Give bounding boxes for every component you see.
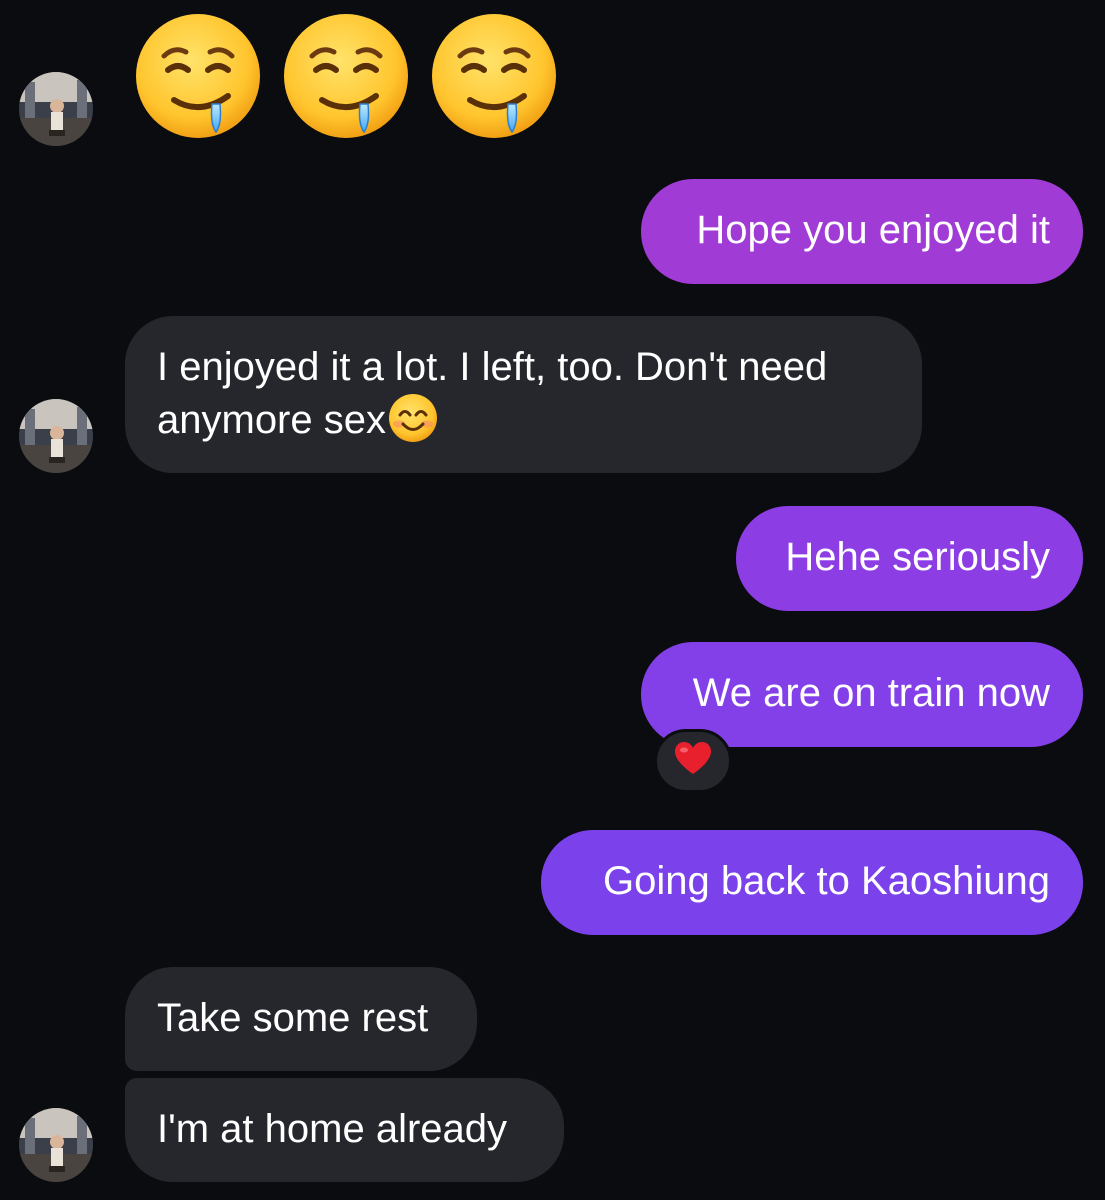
message-text: Hope you enjoyed it bbox=[696, 208, 1050, 252]
message-text-line-2-text: anymore sex bbox=[157, 398, 386, 442]
drooling-face-icon bbox=[282, 12, 410, 140]
message-text: We are on train now bbox=[692, 671, 1050, 715]
smiling-face-icon bbox=[388, 393, 438, 443]
message-reaction[interactable] bbox=[654, 729, 732, 793]
contact-avatar[interactable] bbox=[19, 1108, 93, 1182]
message-text: Hehe seriously bbox=[785, 535, 1050, 579]
incoming-message-bubble[interactable]: I'm at home already bbox=[125, 1078, 564, 1182]
incoming-message-bubble[interactable]: I enjoyed it a lot. I left, too. Don't n… bbox=[125, 316, 922, 473]
message-text: I'm at home already bbox=[157, 1107, 508, 1151]
drooling-face-icon bbox=[134, 12, 262, 140]
outgoing-message-bubble[interactable]: Going back to Kaoshiung bbox=[541, 830, 1083, 935]
contact-avatar[interactable] bbox=[19, 399, 93, 473]
outgoing-message-bubble[interactable]: Hehe seriously bbox=[736, 506, 1083, 611]
message-text: Take some rest bbox=[157, 996, 429, 1040]
red-heart-icon bbox=[675, 741, 711, 781]
incoming-message-bubble[interactable]: Take some rest bbox=[125, 967, 477, 1071]
drooling-face-icon bbox=[430, 12, 558, 140]
message-thread: Hope you enjoyed it I enjoyed it a lot. … bbox=[0, 0, 1105, 1200]
message-text: Going back to Kaoshiung bbox=[603, 859, 1050, 903]
contact-avatar[interactable] bbox=[19, 72, 93, 146]
message-text-line-2: anymore sex bbox=[157, 393, 890, 446]
outgoing-message-bubble[interactable]: Hope you enjoyed it bbox=[641, 179, 1083, 284]
message-text-line-1: I enjoyed it a lot. I left, too. Don't n… bbox=[157, 345, 828, 389]
